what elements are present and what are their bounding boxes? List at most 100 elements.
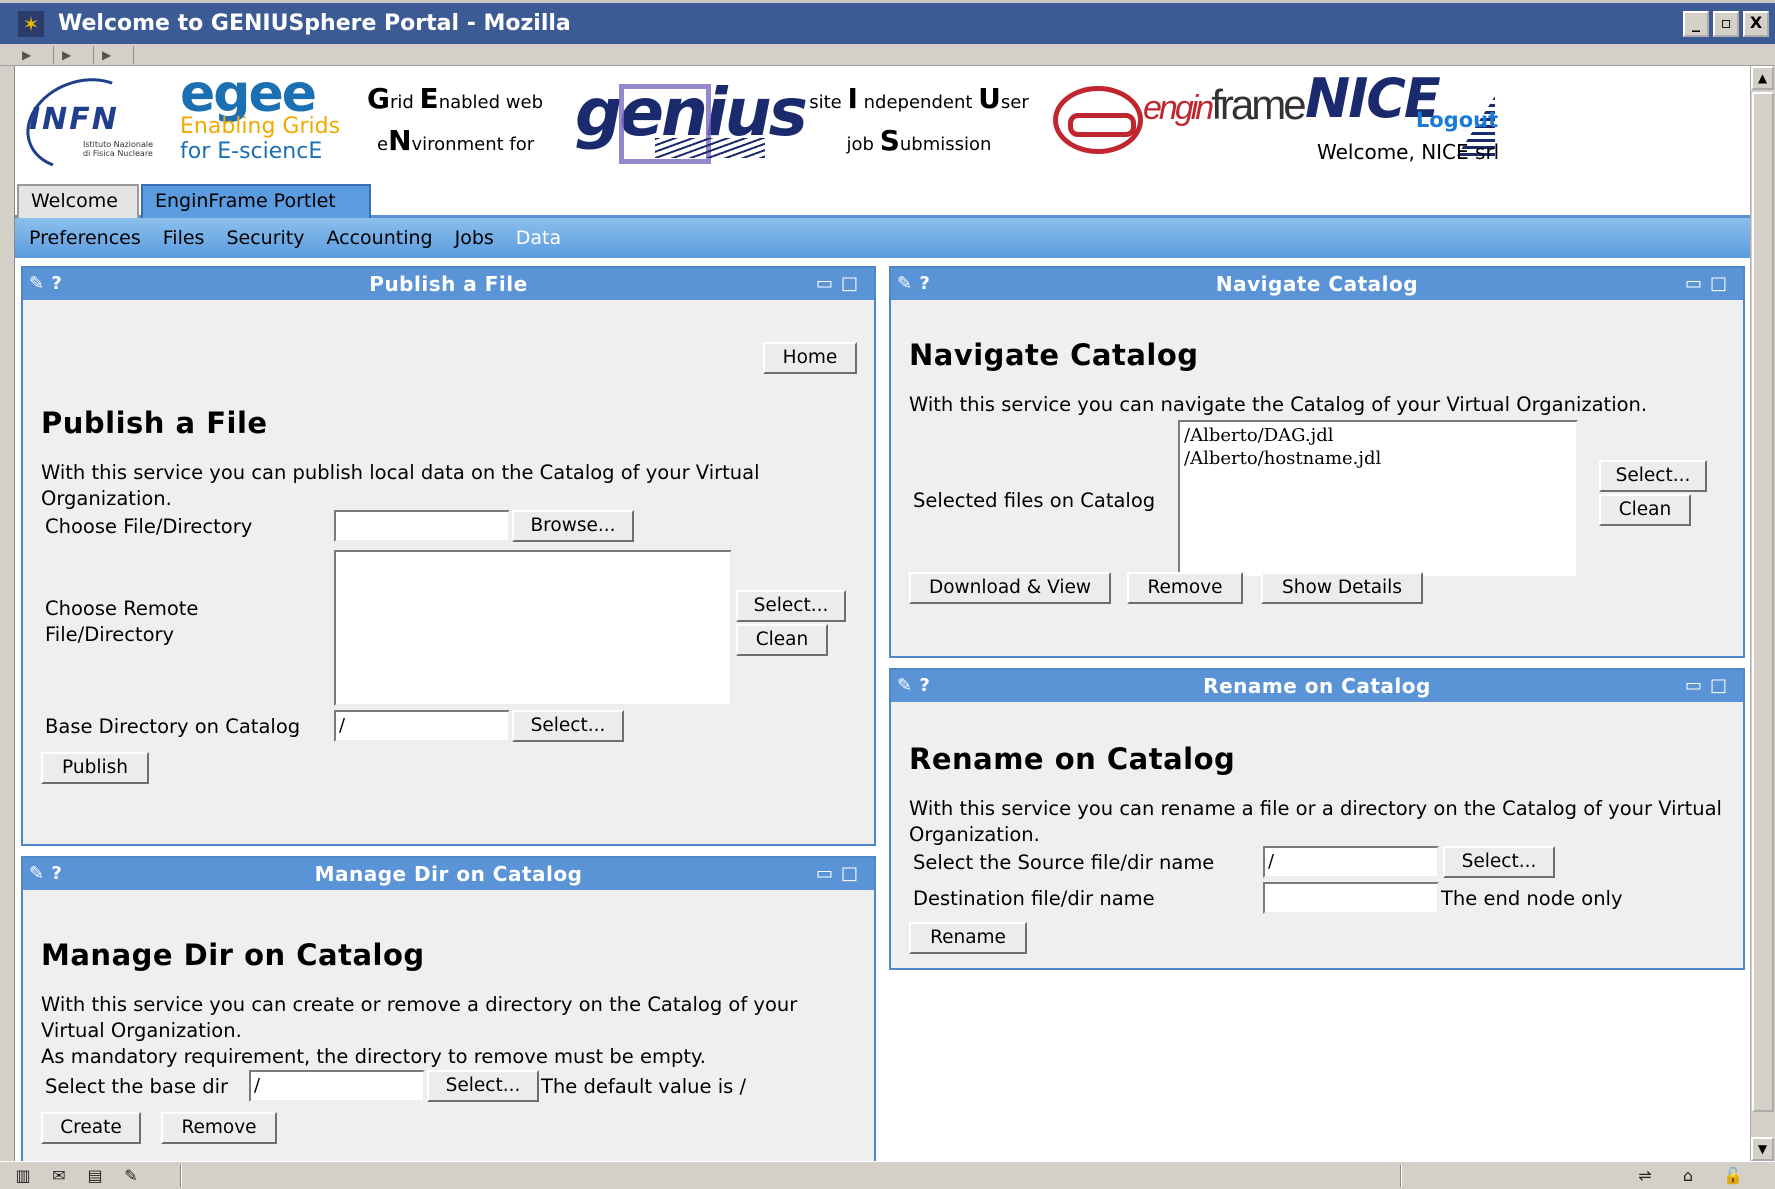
maximize-portlet-icon[interactable]: □ [841,863,866,884]
base-dir-label: Select the base dir [45,1075,229,1098]
tab-welcome[interactable]: Welcome [17,184,139,218]
navigator-icon[interactable]: ▥ [10,1166,36,1186]
remote-clean-button[interactable]: Clean [736,624,828,656]
menu-item-files[interactable]: Files [163,227,205,249]
portlet-header: ✎ ? Publish a File ▭□ [23,268,874,300]
security-lock-icon: 🔓 [1723,1165,1743,1185]
download-view-button[interactable]: Download & View [909,572,1111,604]
home-button[interactable]: Home [763,342,857,374]
service-menu: Preferences Files Security Accounting Jo… [15,218,1750,258]
close-button[interactable]: X [1743,11,1769,37]
publish-title: Publish a File [41,406,268,440]
tab-enginframe-portlet[interactable]: EnginFrame Portlet [141,184,371,218]
base-dir-select-button[interactable]: Select... [427,1070,539,1102]
menu-item-data[interactable]: Data [516,227,561,249]
edit-pencil-icon[interactable]: ✎ [897,273,913,294]
destination-label: Destination file/dir name [913,887,1155,910]
toolbar-grippy-icon[interactable]: ▶ [54,45,94,64]
base-dir-select-button[interactable]: Select... [512,710,624,742]
end-node-note: The end node only [1441,887,1623,910]
browse-button[interactable]: Browse... [512,510,634,542]
toolbar-grippy-icon[interactable]: ▶ [94,45,134,64]
scroll-up-icon[interactable]: ▲ [1751,66,1774,90]
window-controls: _ ▫ X [1683,11,1769,37]
minimize-portlet-icon[interactable]: ▭ [1685,675,1710,696]
genius-logo: genius [575,74,808,166]
window-title-bar: ✶ Welcome to GENIUSphere Portal - Mozill… [0,0,1775,44]
help-icon[interactable]: ? [919,273,930,294]
publish-file-portlet: ✎ ? Publish a File ▭□ Home Publish a Fil… [21,266,876,846]
base-dir-label: Base Directory on Catalog [45,715,301,738]
mozilla-app-icon: ✶ [18,10,44,37]
addressbook-icon[interactable]: ✎ [118,1166,144,1186]
portlet-title: Manage Dir on Catalog [314,862,583,886]
catalog-file-list[interactable]: /Alberto/DAG.jdl /Alberto/hostname.jdl [1178,420,1578,578]
mail-icon[interactable]: ✉ [46,1166,72,1186]
maximize-button[interactable]: ▫ [1713,11,1739,37]
toolbar-grippy-icon[interactable]: ▶ [14,45,54,64]
minimize-button[interactable]: _ [1683,11,1709,37]
rename-button[interactable]: Rename [909,922,1027,954]
list-item[interactable]: /Alberto/DAG.jdl [1184,424,1572,447]
egee-logo: egee Enabling Grids for E-sciencE [180,66,341,164]
rename-description: With this service you can rename a file … [909,797,1722,846]
edit-pencil-icon[interactable]: ✎ [29,273,45,294]
remove-button[interactable]: Remove [1127,572,1243,604]
maximize-portlet-icon[interactable]: □ [1710,273,1735,294]
minimize-portlet-icon[interactable]: ▭ [816,273,841,294]
scrollbar-thumb[interactable] [1752,92,1774,1112]
manage-description: With this service you can create or remo… [41,993,798,1042]
vertical-scrollbar[interactable]: ▲ ▼ [1750,66,1775,1161]
portal-header: INFN Istituto Nazionale di Fisica Nuclea… [15,66,1750,186]
manage-requirement: As mandatory requirement, the directory … [41,1045,706,1068]
menu-item-jobs[interactable]: Jobs [455,227,494,249]
menu-item-security[interactable]: Security [226,227,304,249]
window-title: Welcome to GENIUSphere Portal - Mozilla [58,11,571,36]
publish-button[interactable]: Publish [41,752,149,784]
portlet-title: Publish a File [369,272,528,296]
minimize-portlet-icon[interactable]: ▭ [816,863,841,884]
scroll-down-icon[interactable]: ▼ [1751,1137,1774,1161]
welcome-user-text: Welcome, NICE srl [1317,140,1500,164]
source-select-button[interactable]: Select... [1443,846,1555,878]
edit-pencil-icon[interactable]: ✎ [897,675,913,696]
work-offline-icon[interactable]: ⌂ [1675,1166,1701,1186]
base-dir-input[interactable]: / [249,1070,425,1102]
selected-files-label: Selected files on Catalog [913,489,1156,512]
portlet-header: ✎ ? Rename on Catalog ▭□ [891,670,1743,702]
site-acronym-text: site I ndependent User job Submission [809,82,1029,157]
help-icon[interactable]: ? [51,863,62,884]
list-item[interactable]: /Alberto/hostname.jdl [1184,447,1572,470]
remote-select-button[interactable]: Select... [736,590,846,622]
help-icon[interactable]: ? [51,273,62,294]
composer-icon[interactable]: ▤ [82,1166,108,1186]
navigate-description: With this service you can navigate the C… [909,393,1648,416]
catalog-select-button[interactable]: Select... [1599,460,1707,492]
default-value-note: The default value is / [541,1075,747,1098]
source-input[interactable]: / [1263,846,1439,878]
portlet-tabs: Welcome EnginFrame Portlet [15,178,1750,218]
destination-input[interactable] [1263,882,1439,914]
create-button[interactable]: Create [41,1112,141,1144]
catalog-clean-button[interactable]: Clean [1599,494,1691,526]
choose-file-label: Choose File/Directory [45,515,253,538]
remote-file-list[interactable] [334,550,732,706]
edit-pencil-icon[interactable]: ✎ [29,863,45,884]
logout-link[interactable]: Logout [1357,108,1557,132]
choose-file-input[interactable] [334,510,510,542]
menu-item-preferences[interactable]: Preferences [29,227,141,249]
base-dir-input[interactable]: / [334,710,510,742]
choose-remote-label: Choose Remote File/Directory [45,597,199,646]
show-details-button[interactable]: Show Details [1261,572,1423,604]
help-icon[interactable]: ? [919,675,930,696]
portlet-header: ✎ ? Navigate Catalog ▭□ [891,268,1743,300]
portlet-title: Navigate Catalog [1215,272,1419,296]
manage-title: Manage Dir on Catalog [41,938,425,972]
maximize-portlet-icon[interactable]: □ [1710,675,1735,696]
rename-title: Rename on Catalog [909,742,1236,776]
minimize-portlet-icon[interactable]: ▭ [1685,273,1710,294]
menu-item-accounting[interactable]: Accounting [326,227,432,249]
maximize-portlet-icon[interactable]: □ [841,273,866,294]
remove-button[interactable]: Remove [161,1112,277,1144]
navigate-catalog-portlet: ✎ ? Navigate Catalog ▭□ Navigate Catalog… [889,266,1745,658]
